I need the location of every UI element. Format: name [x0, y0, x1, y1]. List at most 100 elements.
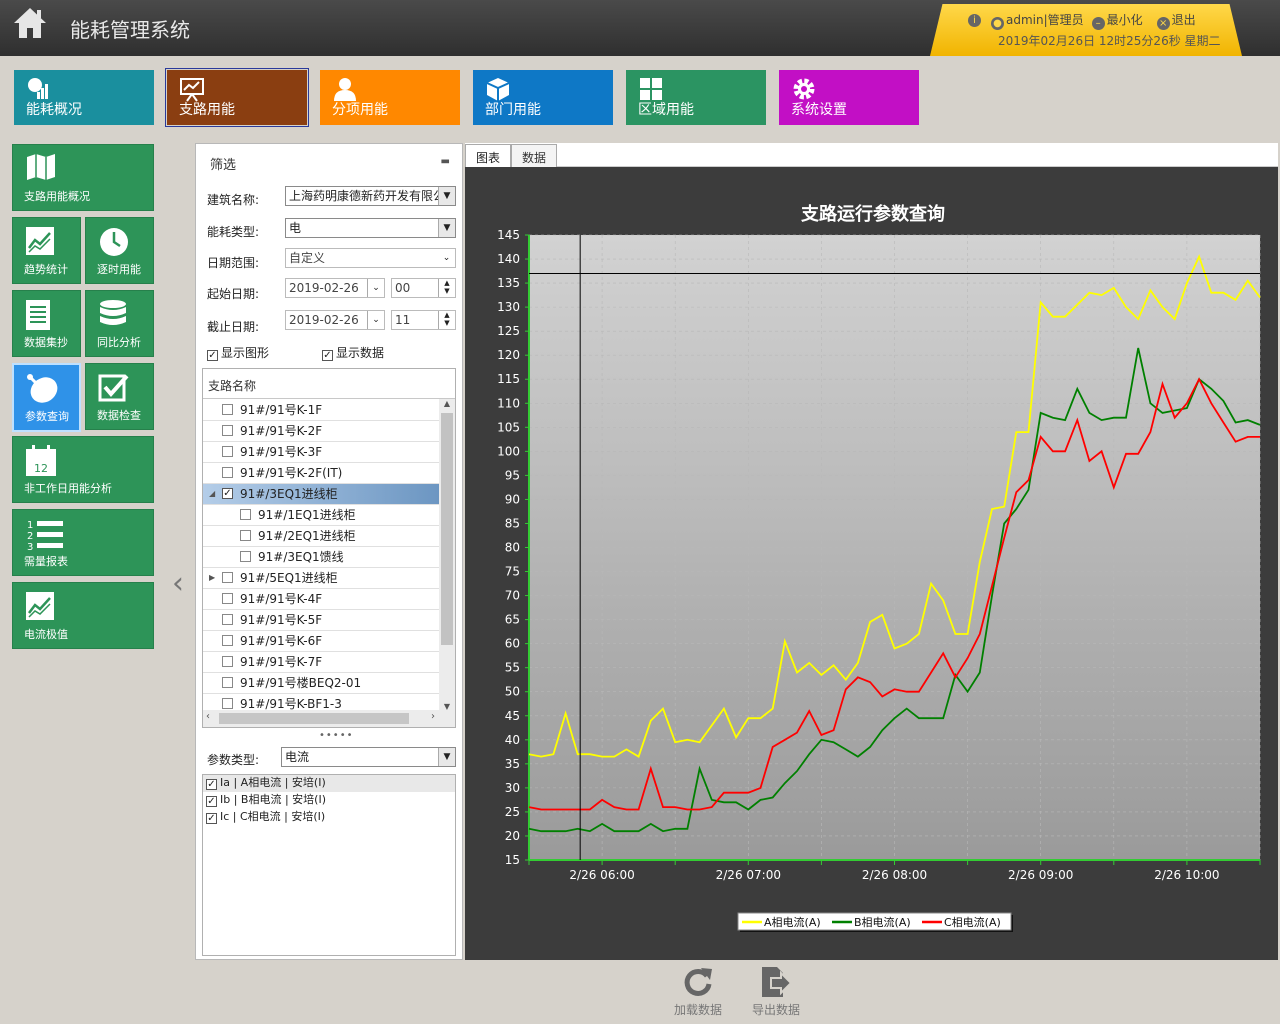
checkbox-icon[interactable]	[222, 467, 233, 478]
tree-item[interactable]: 91#/1EQ1进线柜	[203, 505, 439, 526]
date-range-label: 日期范围:	[207, 256, 260, 270]
tree-item[interactable]: 91#/91号K-1F	[203, 400, 439, 421]
export-data-button[interactable]: 导出数据	[746, 966, 806, 1018]
nav-tile-itemized[interactable]: 分项用能	[320, 70, 460, 125]
tree-item[interactable]: 91#/91号K-5F	[203, 610, 439, 631]
checkbox-icon[interactable]	[240, 509, 251, 520]
tree-item[interactable]: 91#/91号K-4F	[203, 589, 439, 610]
param-item[interactable]: ✓ Ib | B相电流 | 安培(I)	[203, 792, 455, 809]
side-tile-trend[interactable]: 趋势统计	[12, 217, 81, 284]
tree-item[interactable]: 91#/3EQ1馈线	[203, 547, 439, 568]
side-tile-current-extreme[interactable]: 电流极值	[12, 582, 154, 649]
nav-tile-branch[interactable]: 支路用能	[165, 68, 309, 127]
legend-label[interactable]: A相电流(A)	[764, 915, 821, 929]
checkbox-icon[interactable]	[222, 593, 233, 604]
scroll-right-icon[interactable]: ›	[431, 711, 435, 722]
dropdown-arrow-icon[interactable]: ▼	[438, 219, 455, 237]
collapse-panel-chevron-left-icon[interactable]: ‹	[172, 566, 184, 601]
logout-button[interactable]: × 退出	[1156, 11, 1196, 30]
date-range-select[interactable]: 自定义 ⌄	[285, 248, 456, 268]
line-chart[interactable]: 支路运行参数查询 15 20 25 30 35 40 45 50 55 60 65 70 75 80 85 90…	[465, 167, 1278, 960]
checkbox-icon[interactable]	[222, 656, 233, 667]
checkbox-checked-icon[interactable]: ✓	[206, 813, 217, 824]
tree-item[interactable]: 91#/91号K-2F	[203, 421, 439, 442]
nav-tile-overview[interactable]: 能耗概况	[14, 70, 154, 125]
end-date-picker[interactable]: 2019-02-26 ⌄	[285, 310, 385, 330]
tree-item[interactable]: ▶ 91#/5EQ1进线柜	[203, 568, 439, 589]
tree-item[interactable]: 91#/91号K-3F	[203, 442, 439, 463]
side-tile-nonworkday[interactable]: 12 非工作日用能分析	[12, 436, 154, 503]
side-tile-yoy[interactable]: 同比分析	[85, 290, 154, 357]
legend-label[interactable]: B相电流(A)	[854, 915, 911, 929]
legend-label[interactable]: C相电流(A)	[944, 915, 1001, 929]
tree-item[interactable]: 91#/91号K-6F	[203, 631, 439, 652]
side-tile-demand-report[interactable]: 123 需量报表	[12, 509, 154, 576]
pin-icon[interactable]: ▬	[441, 156, 450, 167]
param-item[interactable]: ✓ Ic | C相电流 | 安培(I)	[203, 809, 455, 826]
scroll-thumb[interactable]	[441, 413, 453, 645]
checkbox-icon[interactable]	[240, 530, 251, 541]
checkbox-icon[interactable]	[222, 635, 233, 646]
tree-item[interactable]: 91#/2EQ1进线柜	[203, 526, 439, 547]
spinner-arrows-icon[interactable]: ▲ ▼	[438, 311, 455, 329]
checkbox-icon[interactable]	[222, 614, 233, 625]
checkbox-checked-icon[interactable]: ✓	[206, 796, 217, 807]
expand-right-icon[interactable]: ▶	[209, 568, 215, 588]
checkbox-icon[interactable]	[222, 677, 233, 688]
nav-tile-area[interactable]: 区域用能	[626, 70, 766, 125]
tab-data[interactable]: 数据	[511, 144, 558, 167]
info-icon[interactable]: i	[968, 14, 981, 27]
building-select[interactable]: 上海药明康德新药开发有限公 ▼	[285, 186, 456, 206]
checkbox-checked-icon[interactable]: ✓	[206, 779, 217, 790]
side-tile-data-check[interactable]: 数据检查	[85, 363, 154, 430]
splitter-grip[interactable]: •••••	[319, 730, 354, 741]
nav-tile-settings[interactable]: 系统设置	[779, 70, 919, 125]
tree-horizontal-scrollbar[interactable]: ‹ ›	[203, 710, 455, 727]
nav-tile-department[interactable]: 部门用能	[473, 70, 613, 125]
param-item[interactable]: ✓ Ia | A相电流 | 安培(I)	[203, 775, 455, 792]
side-tile-branch-overview[interactable]: 支路用能概况	[12, 144, 154, 211]
checkbox-checked-icon[interactable]: ✓	[322, 350, 333, 361]
tree-item[interactable]: 91#/91号K-2F(IT)	[203, 463, 439, 484]
param-type-select[interactable]: 电流 ▼	[281, 747, 456, 767]
checkbox-icon[interactable]	[222, 446, 233, 457]
expand-down-icon[interactable]: ◢	[209, 484, 215, 504]
scroll-thumb[interactable]	[219, 713, 409, 724]
checkbox-icon[interactable]	[222, 698, 233, 709]
end-hour-spinner[interactable]: 11 ▲ ▼	[391, 310, 456, 330]
checkbox-icon[interactable]	[240, 551, 251, 562]
energy-type-select[interactable]: 电 ▼	[285, 218, 456, 238]
dropdown-arrow-icon[interactable]: ▼	[438, 187, 455, 205]
tab-chart[interactable]: 图表	[465, 144, 512, 167]
checkbox-icon[interactable]	[222, 572, 233, 583]
start-date-picker[interactable]: 2019-02-26 ⌄	[285, 278, 385, 298]
home-icon[interactable]	[12, 6, 48, 40]
dropdown-arrow-icon[interactable]: ▼	[438, 748, 455, 766]
nav-label: 能耗概况	[26, 102, 82, 118]
reload-data-button[interactable]: 加载数据	[668, 966, 728, 1018]
scroll-left-icon[interactable]: ‹	[206, 711, 210, 722]
minimize-button[interactable]: – 最小化	[1091, 11, 1143, 30]
checkbox-icon[interactable]	[222, 404, 233, 415]
tree-item[interactable]: 91#/91号楼BEQ2-01	[203, 673, 439, 694]
tree-item[interactable]: 91#/91号K-7F	[203, 652, 439, 673]
checkbox-checked-icon[interactable]: ✓	[207, 350, 218, 361]
user-menu[interactable]: ● admin|管理员	[991, 11, 1084, 30]
show-data-checkbox[interactable]: ✓ 显示数据	[322, 344, 384, 361]
checkbox-icon[interactable]	[222, 425, 233, 436]
show-graph-checkbox[interactable]: ✓ 显示图形	[207, 344, 269, 361]
reload-data-label: 加载数据	[673, 1003, 722, 1017]
side-tile-param-query[interactable]: 参数查询	[12, 363, 81, 432]
side-label: 支路用能概况	[24, 190, 90, 203]
calendar-dropdown-icon[interactable]: ⌄	[367, 311, 384, 329]
start-hour-spinner[interactable]: 00 ▲ ▼	[391, 278, 456, 298]
tree-vertical-scrollbar[interactable]: ▲ ▼	[439, 399, 455, 711]
side-tile-data-collect[interactable]: 数据集抄	[12, 290, 81, 357]
side-tile-hourly[interactable]: 逐时用能	[85, 217, 154, 284]
checkbox-checked-icon[interactable]: ✓	[222, 488, 233, 499]
dropdown-arrow-icon[interactable]: ⌄	[438, 249, 455, 267]
scroll-up-icon[interactable]: ▲	[439, 399, 455, 408]
tree-item[interactable]: ◢ ✓ 91#/3EQ1进线柜	[203, 484, 439, 505]
calendar-dropdown-icon[interactable]: ⌄	[367, 279, 384, 297]
spinner-arrows-icon[interactable]: ▲ ▼	[438, 279, 455, 297]
